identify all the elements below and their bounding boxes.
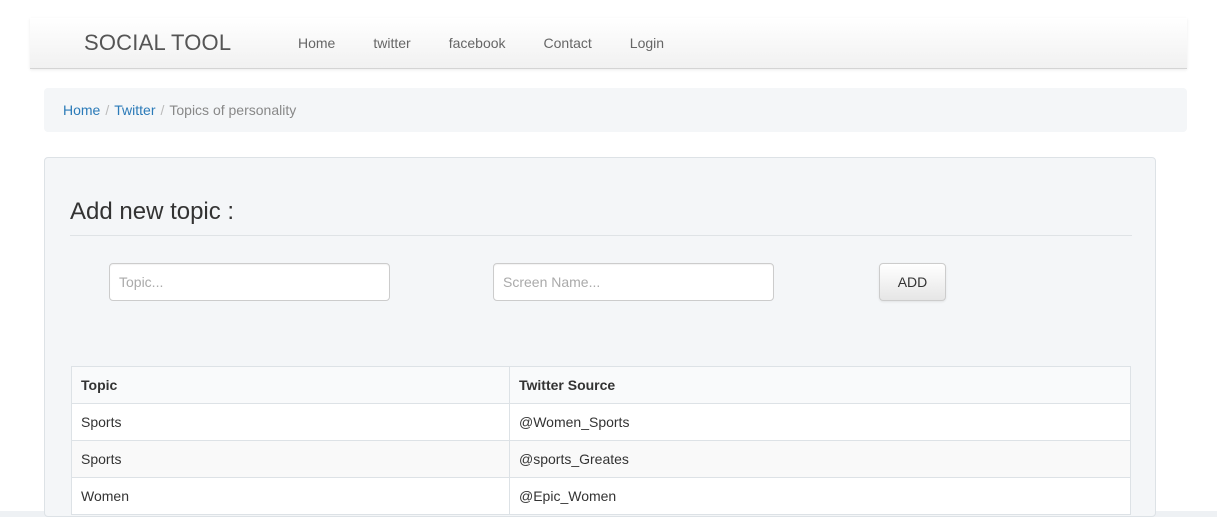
column-header-twitter-source: Twitter Source [509,366,1131,404]
table-row: Women @Epic_Women [71,477,1131,515]
cell-twitter-source: @Women_Sports [509,403,1131,441]
topic-input[interactable] [109,263,390,301]
navbar: SOCIAL TOOL Home twitter facebook Contac… [30,18,1187,69]
column-header-topic: Topic [71,366,510,404]
nav-link-facebook[interactable]: facebook [449,35,506,51]
page-background: SOCIAL TOOL Home twitter facebook Contac… [0,0,1217,517]
table-row: Sports @sports_Greates [71,440,1131,478]
cell-twitter-source: @sports_Greates [509,440,1131,478]
nav-link-home[interactable]: Home [298,35,335,51]
breadcrumb: Home / Twitter / Topics of personality [44,88,1187,132]
add-topic-panel: Add new topic : ADD Topic Twitter Source… [44,157,1156,517]
panel-divider [70,235,1132,236]
screen-name-input[interactable] [493,263,774,301]
cell-topic: Women [71,477,510,515]
table-row: Sports @Women_Sports [71,403,1131,441]
breadcrumb-home[interactable]: Home [63,102,100,118]
breadcrumb-separator: / [105,102,110,118]
nav-link-contact[interactable]: Contact [544,35,592,51]
table-header-row: Topic Twitter Source [71,366,1131,404]
cell-twitter-source: @Epic_Women [509,477,1131,515]
brand-logo[interactable]: SOCIAL TOOL [84,30,231,56]
nav-link-twitter[interactable]: twitter [373,35,410,51]
panel-title: Add new topic : [70,198,235,225]
breadcrumb-twitter[interactable]: Twitter [114,102,155,118]
add-button[interactable]: ADD [879,263,946,301]
cell-topic: Sports [71,403,510,441]
nav-links: Home twitter facebook Contact Login [298,35,702,51]
cell-topic: Sports [71,440,510,478]
nav-link-login[interactable]: Login [630,35,664,51]
breadcrumb-separator: / [160,102,165,118]
topics-table: Topic Twitter Source Sports @Women_Sport… [71,366,1131,515]
breadcrumb-current: Topics of personality [169,102,297,118]
